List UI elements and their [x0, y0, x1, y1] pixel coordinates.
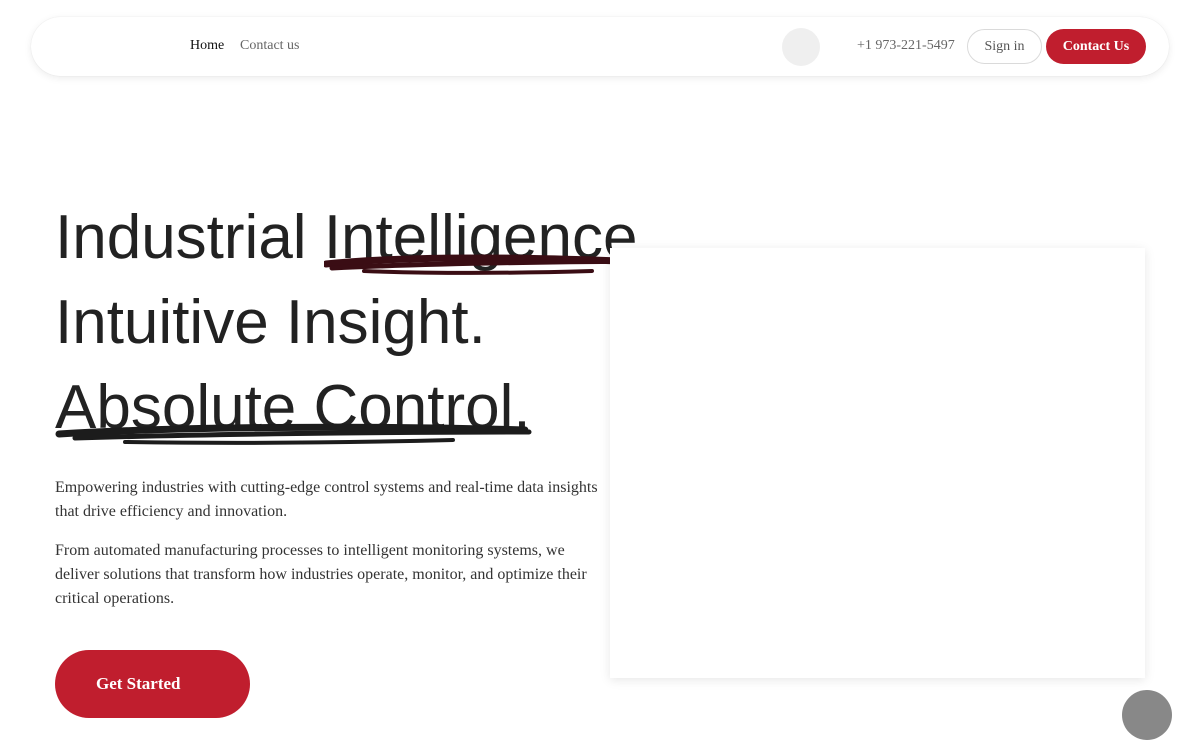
hero-paragraph-2: From automated manufacturing processes t… [55, 542, 587, 607]
top-navbar: Home Contact us +1 973-221-5497 Sign in … [31, 17, 1169, 76]
headline-line-2: Intuitive Insight. [55, 288, 486, 357]
sign-in-button[interactable]: Sign in [967, 29, 1042, 64]
nav-link-contact-us[interactable]: Contact us [240, 38, 300, 54]
phone-number[interactable]: +1 973-221-5497 [857, 38, 955, 54]
headline-line-1: Industrial Intelligence . [55, 195, 655, 280]
contact-us-button[interactable]: Contact Us [1046, 29, 1146, 64]
theme-toggle-icon[interactable] [782, 28, 820, 66]
get-started-button[interactable]: Get Started [55, 650, 250, 718]
nav-link-home[interactable]: Home [190, 38, 224, 54]
hero-headline: Industrial Intelligence . Intuitive Insi… [55, 195, 655, 450]
highlight-intelligence: Intelligence [323, 195, 649, 280]
highlight-absolute-control: Absolute Control [55, 365, 532, 450]
headline-text-industrial: Industrial [55, 203, 324, 272]
headline-line-3: Absolute Control . [55, 365, 655, 450]
chat-bubble-icon[interactable] [1122, 690, 1172, 740]
hero-paragraph-1: Empowering industries with cutting-edge … [55, 479, 598, 520]
headline-text-intelligence: Intelligence [323, 203, 638, 272]
headline-text-period-3: . [513, 373, 531, 442]
hero-media-panel [610, 248, 1145, 678]
headline-text-absolute-control: Absolute Control [55, 373, 514, 442]
